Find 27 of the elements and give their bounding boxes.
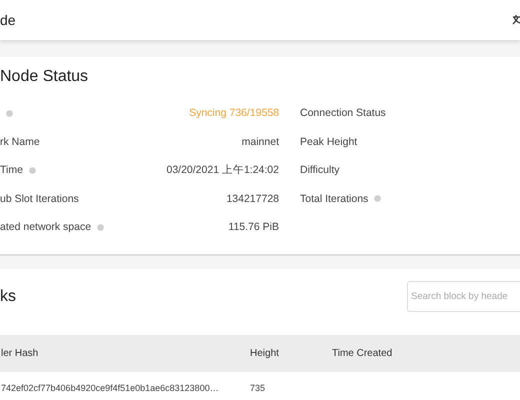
- search-field[interactable]: Search block by heade: [407, 281, 520, 312]
- help-icon[interactable]: [28, 166, 36, 174]
- field-value: Syncing 736/19558: [189, 107, 279, 120]
- table-cell: 735: [250, 382, 266, 392]
- field-label: Peak Height: [300, 136, 358, 148]
- field-label: Difficulty: [300, 164, 340, 176]
- field-label: ated network space: [0, 221, 92, 234]
- card-title: ks: [0, 288, 16, 306]
- field-label: Time: [0, 164, 23, 176]
- card-title: Node Status: [0, 67, 90, 87]
- column-header[interactable]: Time Created: [332, 348, 392, 358]
- help-icon[interactable]: [6, 110, 13, 117]
- field-value: 03/20/2021 上午1:24:02: [166, 163, 279, 178]
- field-label: Connection Status: [300, 107, 386, 120]
- translate-icon[interactable]: [512, 14, 520, 26]
- field-label: ub Slot Iterations: [0, 192, 79, 205]
- field-value: mainnet: [242, 136, 279, 148]
- help-icon[interactable]: [97, 224, 104, 231]
- field-label: Total Iterations: [300, 192, 368, 205]
- field-value: 115.76 PiB: [228, 221, 279, 234]
- help-icon[interactable]: [374, 195, 382, 202]
- column-header[interactable]: ler Hash: [1, 348, 38, 358]
- column-header[interactable]: Height: [250, 348, 279, 358]
- app-title: de: [0, 12, 16, 28]
- table-cell: 742ef02cf77b406b4920ce9f4f51e0b1ae6c83123800…: [1, 382, 219, 392]
- field-value: 134217728: [226, 192, 279, 205]
- field-label: rk Name: [0, 136, 40, 148]
